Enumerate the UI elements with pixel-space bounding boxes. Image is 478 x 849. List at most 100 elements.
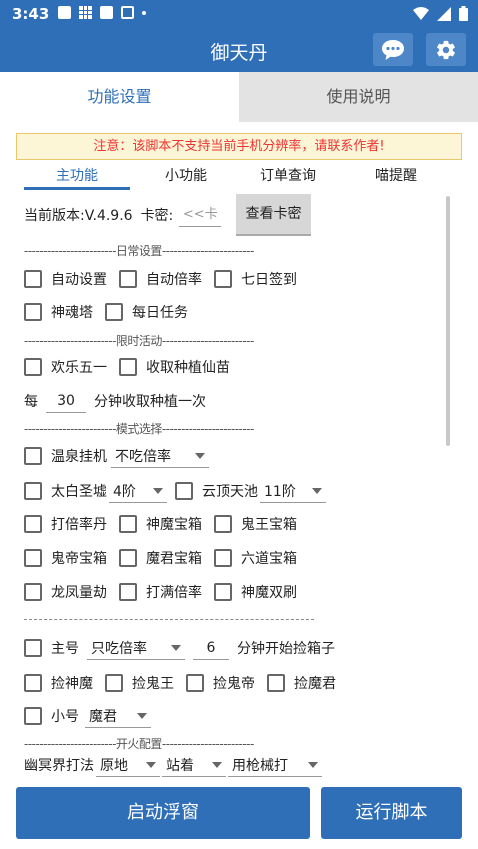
harvest-minutes-input[interactable]: 30 bbox=[46, 389, 86, 413]
status-bar: 3:43 bbox=[0, 0, 478, 28]
checkbox[interactable] bbox=[24, 270, 42, 288]
checkbox[interactable] bbox=[119, 583, 137, 601]
fire-row: 幽冥界打法 原地 站着 用枪械打 bbox=[24, 750, 330, 780]
checkbox-alt-account[interactable] bbox=[24, 707, 42, 725]
checkbox[interactable] bbox=[214, 549, 232, 567]
checkbox-main-account[interactable] bbox=[24, 639, 42, 657]
checkbox-multiplier-pill[interactable]: 打倍率丹 bbox=[24, 514, 107, 534]
section-daily: ------------------------日常设置------------… bbox=[24, 244, 254, 258]
checkbox-hot-spring[interactable] bbox=[24, 447, 42, 465]
checkbox[interactable] bbox=[105, 674, 123, 692]
bottom-action-bar: 启动浮窗 运行脚本 bbox=[0, 783, 478, 845]
version-row: 当前版本:V.4.9.6 卡密: <<卡 bbox=[24, 200, 227, 230]
checkbox-seven-day-signin[interactable]: 七日签到 bbox=[214, 269, 297, 289]
square-icon bbox=[58, 6, 71, 19]
yunding-level-dropdown[interactable]: 11阶 bbox=[260, 479, 326, 503]
section-mode: ------------------------模式选择------------… bbox=[24, 422, 254, 436]
checkbox-liudao-chest[interactable]: 六道宝箱 bbox=[214, 548, 297, 568]
view-card-key-button[interactable]: 查看卡密 bbox=[236, 194, 311, 236]
harvest-row: 每 30 分钟收取种植一次 bbox=[24, 386, 206, 416]
taibai-level-dropdown[interactable]: 4阶 bbox=[109, 479, 167, 503]
checkbox-guidi-chest[interactable]: 鬼帝宝箱 bbox=[24, 548, 107, 568]
main-account-mode-dropdown[interactable]: 只吃倍率 bbox=[87, 636, 185, 660]
main-account-row: 主号 只吃倍率 6 分钟开始捡箱子 bbox=[24, 633, 335, 663]
battery-icon bbox=[459, 6, 468, 21]
checkbox[interactable] bbox=[24, 515, 42, 533]
pick-items-row: 捡神魔 捡鬼王 捡鬼帝 捡魔君 bbox=[24, 668, 348, 698]
hot-spring-dropdown[interactable]: 不吃倍率 bbox=[111, 444, 209, 468]
card-key-input[interactable]: <<卡 bbox=[179, 203, 222, 227]
fire-position-dropdown[interactable]: 原地 bbox=[96, 753, 160, 777]
scrollbar[interactable] bbox=[446, 196, 450, 446]
active-tab-indicator bbox=[24, 187, 130, 190]
checkbox-taibai[interactable] bbox=[24, 482, 42, 500]
checkbox-daily-tasks[interactable]: 每日任务 bbox=[105, 302, 188, 322]
fire-weapon-dropdown[interactable]: 用枪械打 bbox=[228, 753, 322, 777]
checkbox-auto-settings[interactable]: 自动设置 bbox=[24, 269, 107, 289]
fire-stance-dropdown[interactable]: 站着 bbox=[162, 753, 226, 777]
tab-meow-reminder[interactable]: 喵提醒 bbox=[356, 164, 436, 190]
checkbox-shenmo-dual[interactable]: 神魔双刷 bbox=[214, 582, 297, 602]
checkbox-guiwang-chest[interactable]: 鬼王宝箱 bbox=[214, 514, 297, 534]
checkbox-full-multiplier[interactable]: 打满倍率 bbox=[119, 582, 202, 602]
checkbox[interactable] bbox=[105, 303, 123, 321]
checkbox-may-day[interactable]: 欢乐五一 bbox=[24, 357, 107, 377]
chat-button[interactable] bbox=[373, 33, 413, 66]
checkbox[interactable] bbox=[24, 358, 42, 376]
checkbox-pick-guidi[interactable]: 捡鬼帝 bbox=[186, 673, 255, 693]
tab-function-settings[interactable]: 功能设置 bbox=[0, 72, 239, 122]
daily-row-2: 神魂塔 每日任务 bbox=[24, 297, 200, 327]
system-icons bbox=[413, 6, 468, 21]
checkbox[interactable] bbox=[267, 674, 285, 692]
clock: 3:43 bbox=[12, 5, 50, 23]
checkbox[interactable] bbox=[119, 270, 137, 288]
checkbox-pick-guiwang[interactable]: 捡鬼王 bbox=[105, 673, 174, 693]
chevron-down-icon bbox=[308, 761, 318, 768]
dot-icon bbox=[142, 10, 146, 15]
checkbox[interactable] bbox=[214, 583, 232, 601]
checkbox-pick-shenmo[interactable]: 捡神魔 bbox=[24, 673, 93, 693]
tab-order-query[interactable]: 订单查询 bbox=[248, 164, 328, 190]
checkbox[interactable] bbox=[24, 583, 42, 601]
chevron-down-icon bbox=[212, 761, 222, 768]
checkbox-shenmo-chest[interactable]: 神魔宝箱 bbox=[119, 514, 202, 534]
checkbox-mojun-chest[interactable]: 魔君宝箱 bbox=[119, 548, 202, 568]
tab-instructions[interactable]: 使用说明 bbox=[239, 72, 478, 122]
checkbox[interactable] bbox=[214, 515, 232, 533]
checkbox-longfeng[interactable]: 龙凤量劫 bbox=[24, 582, 107, 602]
checkbox-yunding[interactable] bbox=[175, 482, 193, 500]
checkbox-auto-multiplier[interactable]: 自动倍率 bbox=[119, 269, 202, 289]
chevron-down-icon bbox=[146, 761, 156, 768]
tab-minor-function[interactable]: 小功能 bbox=[146, 164, 226, 190]
checkbox[interactable] bbox=[24, 303, 42, 321]
run-script-button[interactable]: 运行脚本 bbox=[321, 787, 462, 839]
app-bar: 御天丹 bbox=[0, 28, 478, 72]
checkbox-soul-tower[interactable]: 神魂塔 bbox=[24, 302, 93, 322]
checkbox-harvest-seedlings[interactable]: 收取种植仙苗 bbox=[119, 357, 230, 377]
chevron-down-icon bbox=[137, 712, 147, 719]
wifi-icon bbox=[413, 6, 429, 20]
checkbox[interactable] bbox=[24, 674, 42, 692]
version-label: 当前版本:V.4.9.6 bbox=[24, 208, 133, 224]
card-label: 卡密: bbox=[140, 208, 174, 224]
alt-account-dropdown[interactable]: 魔君 bbox=[85, 704, 151, 728]
start-float-window-button[interactable]: 启动浮窗 bbox=[16, 787, 310, 839]
settings-button[interactable] bbox=[426, 33, 466, 66]
tab-main-function[interactable]: 主功能 bbox=[24, 164, 130, 190]
pick-minutes-input[interactable]: 6 bbox=[193, 636, 229, 660]
notification-icons bbox=[58, 6, 146, 19]
checkbox[interactable] bbox=[119, 515, 137, 533]
main-tabs: 功能设置 使用说明 bbox=[0, 72, 478, 122]
chevron-down-icon bbox=[153, 487, 163, 494]
daily-row-1: 自动设置 自动倍率 七日签到 bbox=[24, 264, 309, 294]
outline-square-icon bbox=[121, 6, 134, 19]
checkbox-pick-mojun[interactable]: 捡魔君 bbox=[267, 673, 336, 693]
checkbox[interactable] bbox=[119, 549, 137, 567]
checkbox[interactable] bbox=[186, 674, 204, 692]
checkbox[interactable] bbox=[24, 549, 42, 567]
checkbox[interactable] bbox=[214, 270, 232, 288]
gear-icon bbox=[437, 40, 455, 59]
checkbox[interactable] bbox=[119, 358, 137, 376]
mode-row-1: 温泉挂机 不吃倍率 bbox=[24, 441, 217, 471]
mode-row-2: 太白圣墟 4阶 云顶天池 11阶 bbox=[24, 476, 334, 506]
